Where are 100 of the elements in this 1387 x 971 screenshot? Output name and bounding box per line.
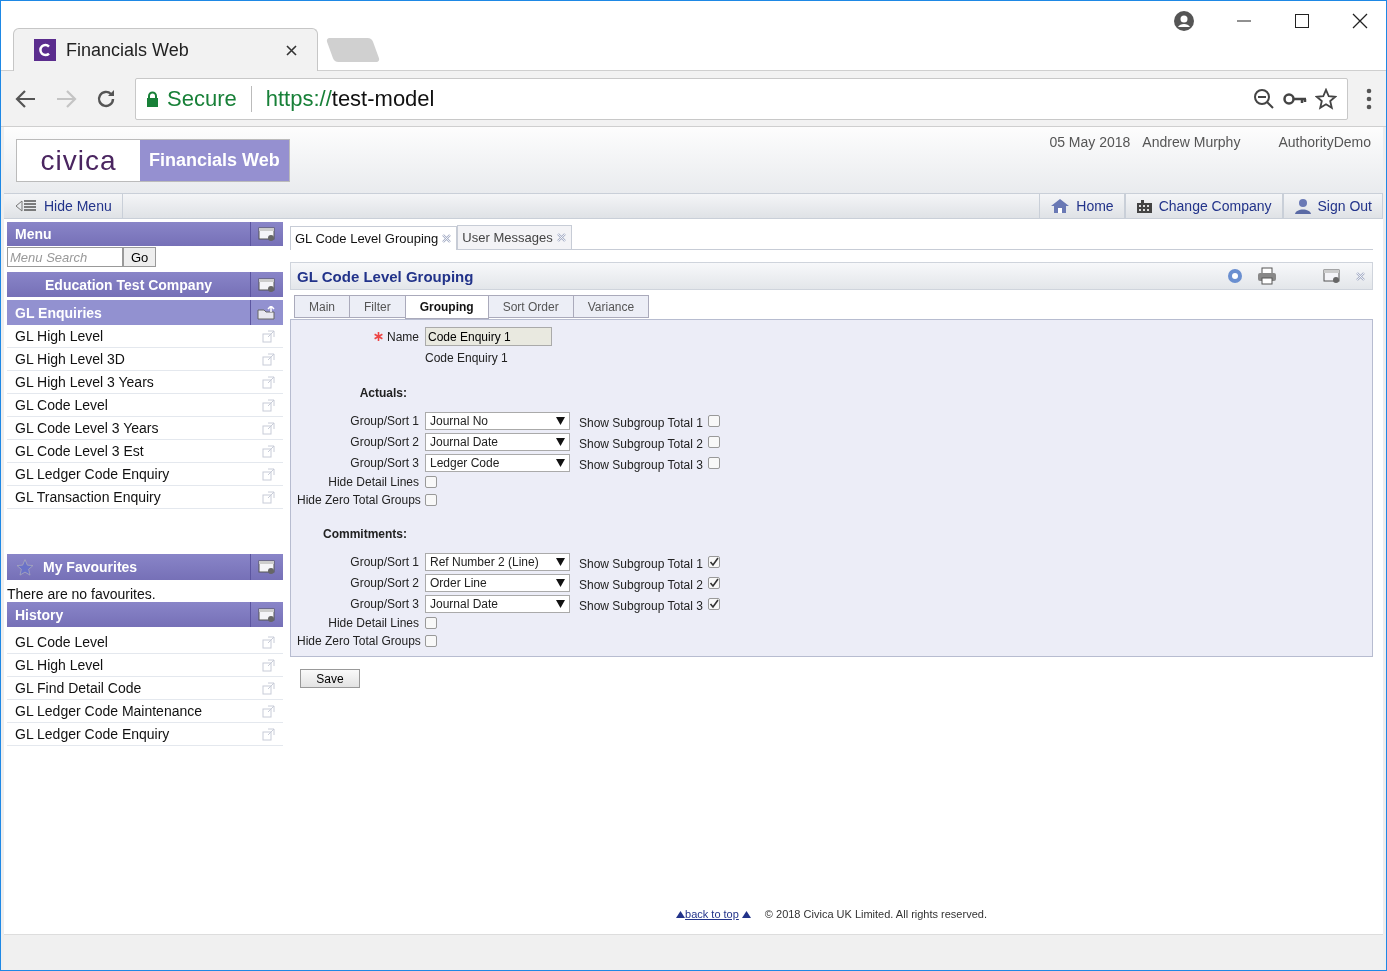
open-window-icon[interactable] bbox=[262, 444, 275, 458]
history-item[interactable]: GL Ledger Code Enquiry bbox=[7, 723, 283, 746]
open-window-icon[interactable] bbox=[262, 681, 275, 695]
address-bar[interactable]: Secure https://test-model bbox=[135, 77, 1348, 120]
copyright-text: © 2018 Civica UK Limited. All rights reserved. bbox=[764, 908, 987, 920]
menu-title: Menu bbox=[14, 226, 53, 242]
collapse-list-icon bbox=[14, 199, 38, 213]
form-tab[interactable]: Filter bbox=[349, 295, 406, 318]
hide-menu-button[interactable]: Hide Menu bbox=[4, 194, 123, 218]
dropdown[interactable]: Journal Date bbox=[425, 594, 570, 613]
checkbox[interactable] bbox=[425, 476, 437, 488]
star-icon[interactable] bbox=[1315, 87, 1337, 110]
profile-icon[interactable] bbox=[1174, 11, 1194, 31]
checkbox[interactable] bbox=[707, 597, 720, 610]
menu-icon[interactable] bbox=[1366, 87, 1372, 110]
menu-item[interactable]: GL Code Level 3 Years bbox=[7, 417, 283, 440]
checkbox[interactable] bbox=[425, 494, 437, 506]
checkbox[interactable] bbox=[425, 617, 437, 629]
open-window-icon[interactable] bbox=[262, 375, 275, 389]
maximize-icon[interactable] bbox=[1294, 13, 1310, 29]
save-button[interactable]: Save bbox=[300, 669, 360, 688]
field-label: Group/Sort 1 bbox=[349, 413, 420, 428]
checkbox-label: Show Subgroup Total 3 bbox=[579, 457, 703, 472]
field-label: Group/Sort 1 bbox=[349, 554, 420, 569]
menu-item[interactable]: GL Code Level 3 Est bbox=[7, 440, 283, 463]
field-label: Group/Sort 2 bbox=[349, 575, 420, 590]
document-tab[interactable]: GL Code Level Grouping bbox=[290, 226, 458, 250]
checkbox[interactable] bbox=[707, 456, 720, 469]
open-window-icon[interactable] bbox=[262, 421, 275, 435]
browser-tab[interactable]: Financials Web bbox=[13, 28, 318, 71]
history-item[interactable]: GL High Level bbox=[7, 654, 283, 677]
checkbox-label: Show Subgroup Total 1 bbox=[579, 415, 703, 430]
checkbox[interactable] bbox=[425, 635, 437, 647]
open-window-icon[interactable] bbox=[262, 635, 275, 649]
menu-search-field[interactable]: Menu Search bbox=[7, 247, 123, 267]
open-window-icon[interactable] bbox=[262, 490, 275, 504]
form-tab[interactable]: Grouping bbox=[404, 295, 489, 319]
house-icon bbox=[1050, 198, 1071, 214]
favourites-title: My Favourites bbox=[42, 559, 139, 575]
company-name: Education Test Company bbox=[44, 276, 213, 293]
window-icon[interactable] bbox=[258, 277, 276, 292]
form-tab[interactable]: Sort Order bbox=[487, 295, 574, 318]
menu-item[interactable]: GL Transaction Enquiry bbox=[7, 486, 283, 509]
form-tab[interactable]: Main bbox=[294, 295, 350, 318]
up-arrow-icon bbox=[741, 911, 751, 918]
menu-item[interactable]: GL High Level 3D bbox=[7, 348, 283, 371]
checkbox[interactable] bbox=[707, 576, 720, 589]
nav-link[interactable]: Change Company bbox=[1124, 194, 1283, 218]
close-icon[interactable] bbox=[1352, 13, 1368, 29]
checkbox[interactable] bbox=[707, 555, 720, 568]
section-heading: Actuals: bbox=[358, 386, 407, 400]
dropdown[interactable]: Ledger Code bbox=[425, 453, 570, 472]
open-window-icon[interactable] bbox=[262, 704, 275, 718]
dropdown[interactable]: Journal No bbox=[425, 411, 570, 430]
window-icon[interactable] bbox=[258, 560, 276, 574]
history-item[interactable]: GL Ledger Code Maintenance bbox=[7, 700, 283, 723]
caret-icon bbox=[556, 437, 565, 446]
nav-link[interactable]: Sign Out bbox=[1282, 194, 1383, 218]
name-field[interactable]: Code Enquiry 1 bbox=[425, 327, 552, 346]
building-icon bbox=[1135, 198, 1153, 214]
up-arrow-icon bbox=[676, 911, 686, 918]
dropdown[interactable]: Order Line bbox=[425, 573, 570, 592]
open-window-icon[interactable] bbox=[262, 352, 275, 366]
history-title: History bbox=[14, 606, 65, 623]
close-icon[interactable] bbox=[286, 44, 297, 56]
checkbox-label: Show Subgroup Total 2 bbox=[579, 577, 703, 592]
panel-window-icon[interactable] bbox=[1323, 269, 1341, 283]
history-item[interactable]: GL Find Detail Code bbox=[7, 677, 283, 700]
checkbox-label: Hide Detail Lines bbox=[327, 475, 420, 489]
user-name: Andrew Murphy bbox=[1142, 134, 1241, 150]
print-icon[interactable] bbox=[1257, 267, 1277, 285]
back-to-top-link[interactable]: back to top bbox=[676, 908, 751, 920]
back-icon[interactable] bbox=[15, 87, 37, 110]
name-description: Code Enquiry 1 bbox=[425, 350, 508, 365]
empty-message: There are no favourites. bbox=[7, 585, 157, 602]
menu-item[interactable]: GL Code Level bbox=[7, 394, 283, 417]
checkbox[interactable] bbox=[707, 435, 720, 448]
history-item[interactable]: GL Code Level bbox=[7, 631, 283, 654]
form-tab[interactable]: Variance bbox=[572, 295, 650, 318]
dropdown[interactable]: Ref Number 2 (Line) bbox=[425, 552, 570, 571]
document-tab[interactable]: User Messages bbox=[457, 225, 572, 249]
nav-link[interactable]: Home bbox=[1039, 194, 1125, 218]
menu-item[interactable]: GL Ledger Code Enquiry bbox=[7, 463, 283, 486]
user-icon bbox=[1293, 197, 1312, 215]
checkbox-label: Show Subgroup Total 3 bbox=[579, 598, 703, 613]
open-window-icon[interactable] bbox=[262, 398, 275, 412]
key-icon[interactable] bbox=[1283, 91, 1307, 106]
open-window-icon[interactable] bbox=[262, 467, 275, 481]
open-window-icon[interactable] bbox=[262, 658, 275, 672]
window-icon[interactable] bbox=[258, 227, 276, 241]
dropdown[interactable]: Journal Date bbox=[425, 432, 570, 451]
zoom-icon[interactable] bbox=[1253, 87, 1275, 110]
open-window-icon[interactable] bbox=[262, 329, 275, 343]
open-window-icon[interactable] bbox=[262, 727, 275, 741]
window-icon[interactable] bbox=[258, 607, 276, 622]
menu-item[interactable]: GL High Level 3 Years bbox=[7, 371, 283, 394]
menu-item[interactable]: GL High Level bbox=[7, 325, 283, 348]
go-button[interactable]: Go bbox=[123, 247, 157, 267]
field-label: Group/Sort 2 bbox=[349, 434, 420, 449]
checkbox[interactable] bbox=[707, 414, 720, 427]
